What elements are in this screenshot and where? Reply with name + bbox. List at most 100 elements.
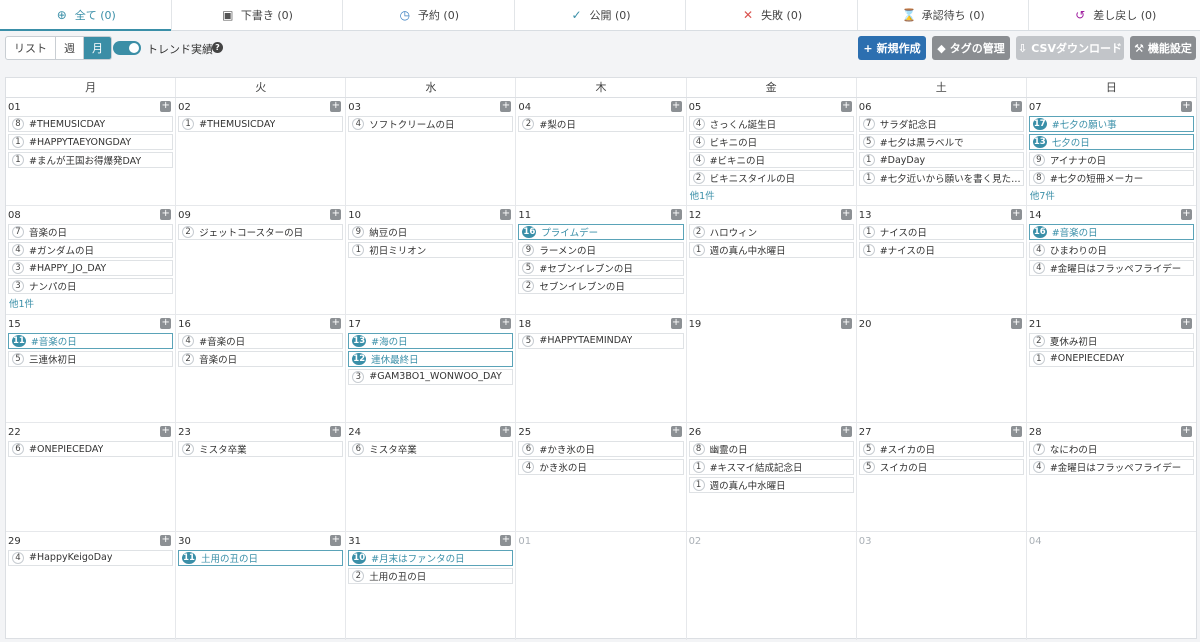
add-event-icon[interactable]: +: [670, 101, 682, 112]
day-cell[interactable]: 11 +16 プライムデー 9 ラーメンの日 5 #セブンイレブンの日 2 セブンイレブンの日: [516, 206, 687, 314]
add-event-icon[interactable]: +: [1180, 101, 1192, 112]
add-event-icon[interactable]: +: [330, 101, 342, 112]
calendar-event[interactable]: 1 #THEMUSICDAY: [178, 116, 344, 132]
day-cell[interactable]: 19 +: [687, 314, 857, 423]
add-event-icon[interactable]: +: [1010, 101, 1022, 112]
add-event-icon[interactable]: +: [500, 534, 512, 546]
calendar-event[interactable]: 5 三連休初日: [8, 350, 174, 367]
calendar-event[interactable]: 2 ビキニスタイルの日: [688, 170, 854, 186]
day-cell[interactable]: 23 +2 ミスタ卒業: [176, 423, 347, 531]
calendar-event[interactable]: 8 #THEMUSICDAY: [8, 116, 174, 132]
tab-6[interactable]: ↺ 差し戻し (0): [1029, 0, 1200, 30]
calendar-event[interactable]: 9 アイナナの日: [1028, 152, 1194, 168]
day-cell[interactable]: 01: [516, 531, 687, 640]
day-cell[interactable]: 26 +8 幽霊の日 1 #キスマイ結成記念日 1 週の真ん中水曜日: [687, 423, 857, 531]
calendar-event[interactable]: 16 プライムデー: [518, 224, 684, 241]
view-list-button[interactable]: リスト: [6, 37, 56, 59]
add-event-icon[interactable]: +: [840, 101, 852, 112]
day-cell[interactable]: 20 +: [857, 314, 1027, 423]
add-event-icon[interactable]: +: [160, 534, 172, 546]
calendar-event[interactable]: 4 ひまわりの日: [1028, 242, 1194, 259]
calendar-event[interactable]: 1 週の真ん中水曜日: [688, 477, 854, 494]
calendar-event[interactable]: 2 ハロウィン: [688, 224, 854, 241]
calendar-event[interactable]: 4 #音楽の日: [178, 332, 344, 349]
day-cell[interactable]: 14 +16 #音楽の日 4 ひまわりの日 4 #金曜日はフラッペフライデー: [1027, 206, 1196, 313]
calendar-event[interactable]: 1 #七夕近いから願いを書く見た人...: [858, 170, 1024, 186]
day-cell[interactable]: 31 +10 #月末はファンタの日 2 土用の丑の日: [346, 531, 517, 640]
trend-toggle[interactable]: [113, 41, 141, 55]
calendar-event[interactable]: 1 #キスマイ結成記念日: [688, 459, 854, 476]
calendar-event[interactable]: 9 納豆の日: [348, 224, 514, 241]
calendar-event[interactable]: 4 ビキニの日: [688, 134, 854, 150]
calendar-event[interactable]: 2 ジェットコースターの日: [178, 224, 344, 241]
day-cell[interactable]: 18 +5 #HAPPYTAEMINDAY: [516, 314, 687, 423]
csv-download-button[interactable]: ⇩ CSVダウンロード: [1016, 36, 1124, 60]
calendar-event[interactable]: 13 #海の日: [348, 332, 514, 349]
add-event-icon[interactable]: +: [670, 317, 682, 329]
tag-manage-button[interactable]: ◆ タグの管理: [932, 36, 1010, 60]
calendar-event[interactable]: 3 ナンパの日: [8, 278, 174, 295]
more-events-link[interactable]: 他1件: [6, 296, 175, 310]
calendar-event[interactable]: 5 #HAPPYTAEMINDAY: [518, 332, 684, 349]
add-event-icon[interactable]: +: [670, 209, 682, 221]
day-cell[interactable]: 21 +2 夏休み初日 1 #ONEPIECEDAY: [1027, 315, 1196, 422]
add-event-icon[interactable]: +: [500, 209, 512, 221]
calendar-event[interactable]: 7 なにわの日: [1028, 441, 1194, 458]
calendar-event[interactable]: 5 スイカの日: [858, 459, 1024, 476]
day-cell[interactable]: 28 +7 なにわの日 4 #金曜日はフラッペフライデー: [1027, 423, 1196, 530]
day-cell[interactable]: 01 +8 #THEMUSICDAY 1 #HAPPYTAEYONGDAY 1 #まんが王国…: [6, 98, 177, 206]
calendar-event[interactable]: 7 サラダ記念日: [858, 116, 1024, 132]
view-week-button[interactable]: 週: [56, 37, 84, 59]
tab-5[interactable]: ⌛ 承認待ち (0): [858, 0, 1030, 30]
day-cell[interactable]: 05 +4 さっくん誕生日 4 ビキニの日 4 #ビキニの日 2 ビキニスタイルの日 他1件: [687, 98, 857, 206]
add-event-icon[interactable]: +: [840, 317, 852, 329]
day-cell[interactable]: 09 +2 ジェットコースターの日: [176, 206, 347, 314]
add-event-icon[interactable]: +: [160, 101, 172, 112]
day-cell[interactable]: 13 +1 ナイスの日 1 #ナイスの日: [857, 206, 1027, 314]
calendar-event[interactable]: 4 #HappyKeigoDay: [8, 549, 174, 566]
add-event-icon[interactable]: +: [1180, 209, 1192, 221]
more-events-link[interactable]: 他1件: [687, 188, 856, 202]
day-cell[interactable]: 07 +17 #七夕の願い事 13 七夕の日 9 アイナナの日 8 #七夕の短冊メーカー 他7件: [1027, 98, 1196, 205]
calendar-event[interactable]: 1 初日ミリオン: [348, 242, 514, 259]
add-event-icon[interactable]: +: [840, 209, 852, 221]
new-post-button[interactable]: + 新規作成: [858, 36, 926, 60]
add-event-icon[interactable]: +: [330, 426, 342, 438]
day-cell[interactable]: 04: [1027, 532, 1196, 640]
calendar-event[interactable]: 2 土用の丑の日: [348, 567, 514, 584]
add-event-icon[interactable]: +: [1010, 209, 1022, 221]
add-event-icon[interactable]: +: [500, 101, 512, 112]
add-event-icon[interactable]: +: [330, 317, 342, 329]
settings-button[interactable]: ⚒ 機能設定: [1130, 36, 1196, 60]
calendar-event[interactable]: 2 セブンイレブンの日: [518, 278, 684, 295]
calendar-event[interactable]: 9 ラーメンの日: [518, 242, 684, 259]
calendar-event[interactable]: 6 #かき氷の日: [518, 441, 684, 458]
day-cell[interactable]: 08 +7 音楽の日 4 #ガンダムの日 3 #HAPPY_JO_DAY 3 ナンパの日 他1件: [6, 206, 177, 314]
add-event-icon[interactable]: +: [160, 317, 172, 329]
day-cell[interactable]: 16 +4 #音楽の日 2 音楽の日: [176, 314, 347, 423]
tab-3[interactable]: ✓ 公開 (0): [515, 0, 687, 30]
calendar-event[interactable]: 11 #音楽の日: [8, 332, 174, 349]
calendar-event[interactable]: 13 七夕の日: [1028, 134, 1194, 150]
tab-0[interactable]: ⊕ 全て (0): [0, 0, 172, 31]
calendar-event[interactable]: 2 音楽の日: [178, 350, 344, 367]
calendar-event[interactable]: 4 さっくん誕生日: [688, 116, 854, 132]
calendar-event[interactable]: 4 #金曜日はフラッペフライデー: [1028, 260, 1194, 277]
add-event-icon[interactable]: +: [160, 426, 172, 438]
calendar-event[interactable]: 12 連休最終日: [348, 350, 514, 367]
day-cell[interactable]: 22 +6 #ONEPIECEDAY: [6, 423, 177, 531]
day-cell[interactable]: 06 +7 サラダ記念日 5 #七夕は黒ラベルで 1 #DayDay 1 #七夕近いから願いを書…: [857, 98, 1027, 206]
add-event-icon[interactable]: +: [330, 209, 342, 221]
day-cell[interactable]: 12 +2 ハロウィン 1 週の真ん中水曜日: [687, 206, 857, 314]
calendar-event[interactable]: 3 #GAM3BO1_WONWOO_DAY: [348, 368, 514, 385]
add-event-icon[interactable]: +: [840, 426, 852, 438]
calendar-event[interactable]: 1 #まんが王国お得爆発DAY: [8, 152, 174, 168]
calendar-event[interactable]: 4 #ビキニの日: [688, 152, 854, 168]
day-cell[interactable]: 29 +4 #HappyKeigoDay: [6, 531, 177, 640]
calendar-event[interactable]: 8 幽霊の日: [688, 441, 854, 458]
day-cell[interactable]: 25 +6 #かき氷の日 4 かき氷の日: [516, 423, 687, 531]
calendar-event[interactable]: 5 #スイカの日: [858, 441, 1024, 458]
calendar-event[interactable]: 5 #七夕は黒ラベルで: [858, 134, 1024, 150]
tab-4[interactable]: ✕ 失敗 (0): [686, 0, 858, 30]
calendar-event[interactable]: 1 #HAPPYTAEYONGDAY: [8, 134, 174, 150]
